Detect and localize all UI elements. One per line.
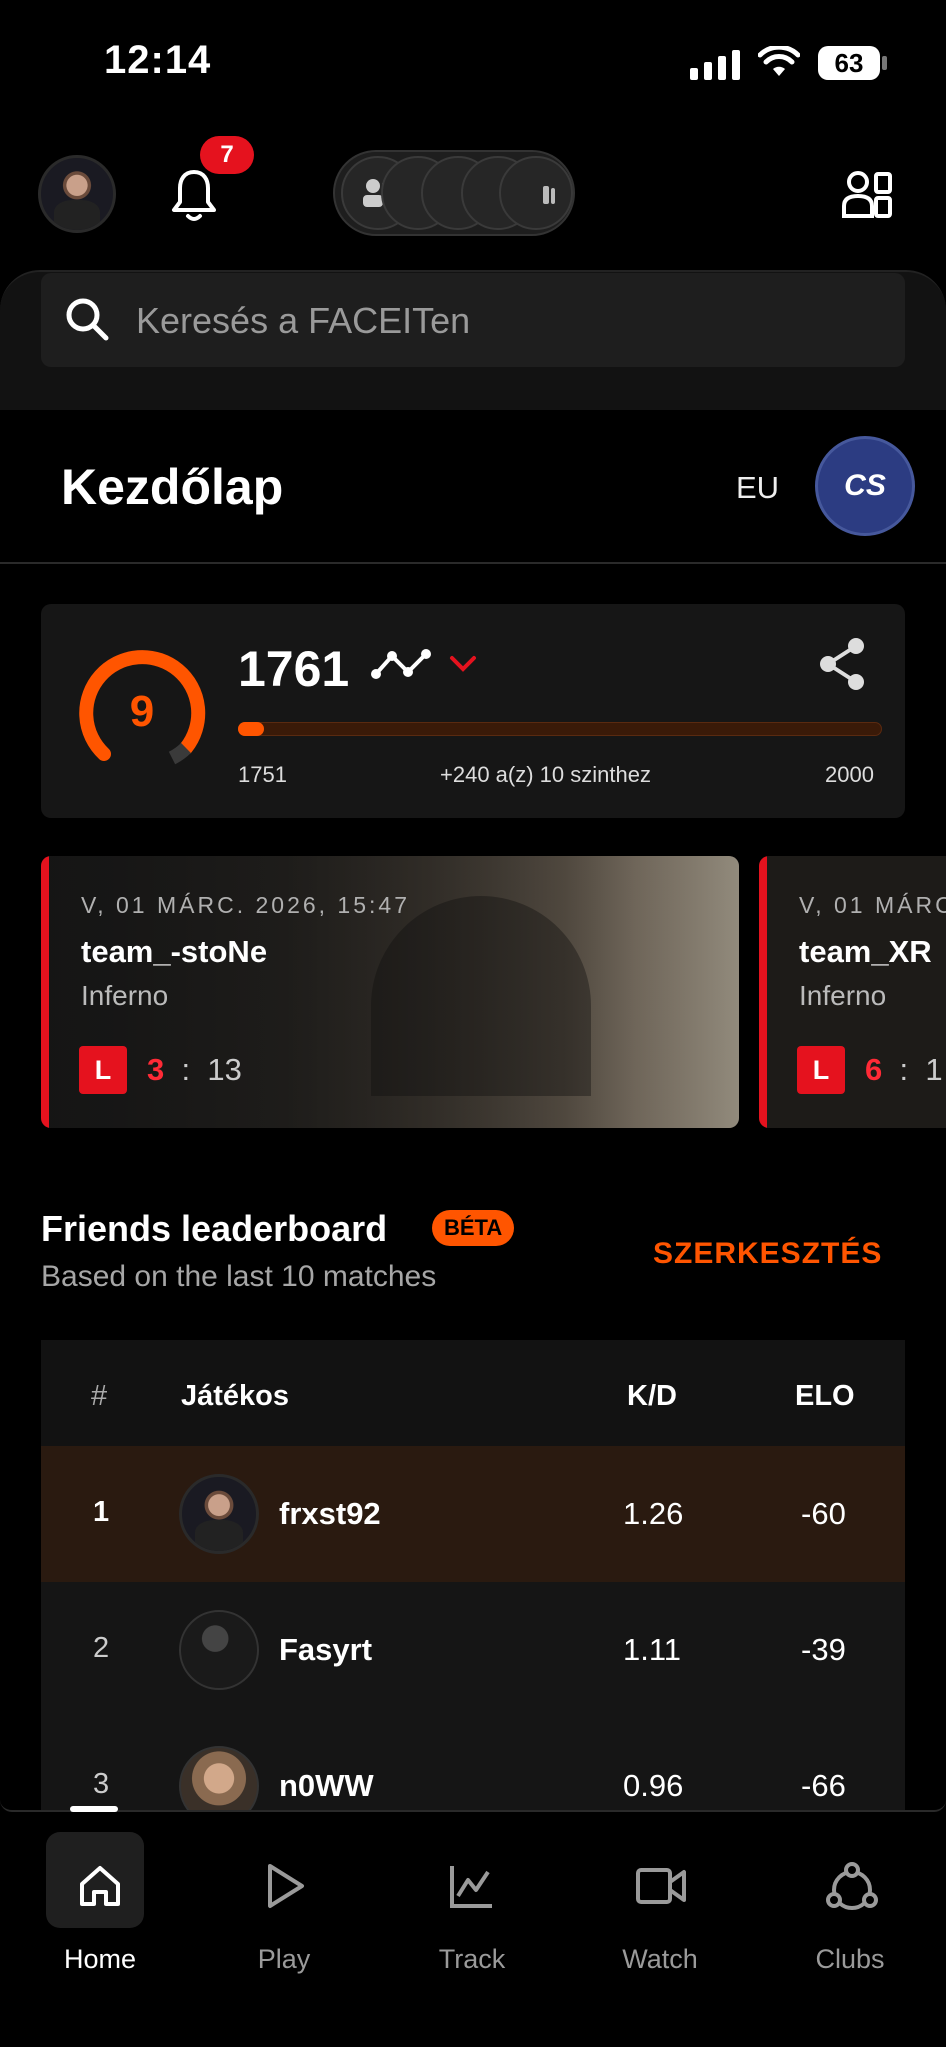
match-score: 6 : 1 [865,1052,943,1087]
match-team: team_-stoNe [81,934,268,969]
chevron-down-icon[interactable] [448,654,478,674]
match-score: 3 : 13 [147,1052,242,1087]
page-title: Kezdőlap [61,459,284,515]
wifi-icon [758,46,800,76]
nav-home-label: Home [63,1944,137,1974]
battery-tip [882,56,887,70]
party-slot-5[interactable] [499,156,573,230]
beta-badge: BÉTA [432,1210,515,1246]
friends-icon[interactable] [842,170,894,218]
elo-progress-fill [238,722,264,736]
row-rank: 1 [93,1496,110,1528]
header-elo: ELO [795,1380,855,1412]
row-player: frxst92 [279,1496,381,1531]
avatar [179,1474,259,1554]
play-icon [268,1864,304,1908]
row-player: n0WW [279,1768,374,1803]
bottom-nav: Home Play Track Watch Clubs [0,1812,946,2047]
match-map: Inferno [81,980,169,1011]
leaderboard-subtitle: Based on the last 10 matches [41,1260,437,1293]
match-map: Inferno [799,980,887,1011]
party-slots[interactable] [333,150,575,236]
match-date: V, 01 MÁRC. [799,892,946,918]
notification-badge: 7 [200,136,254,174]
divider [0,562,946,564]
match-card[interactable]: V, 01 MÁRC. 2026, 15:47 team_-stoNe Infe… [41,856,739,1128]
elo-range-min: 1751 [238,762,287,787]
profile-avatar[interactable] [38,155,116,233]
signal-icon [690,50,740,80]
row-elo: -39 [801,1632,846,1667]
row-elo: -66 [801,1768,846,1803]
header-rank: # [91,1380,108,1412]
battery-indicator: 63 [818,46,880,80]
header-player: Játékos [181,1380,290,1412]
bell-icon[interactable] [170,166,218,222]
row-kd: 1.26 [623,1496,684,1531]
row-kd: 1.11 [623,1632,682,1667]
result-accent [759,856,767,1128]
skill-level-value: 9 [130,687,154,736]
avatar [179,1610,259,1690]
nav-watch-label: Watch [622,1944,698,1974]
result-badge: L [79,1046,127,1094]
elo-range-max: 2000 [825,762,874,787]
row-kd: 0.96 [623,1768,684,1803]
leaderboard-table: # Játékos K/D ELO 1 frxst92 1.26 -60 2 F… [41,1340,905,1810]
nav-clubs-label: Clubs [815,1944,885,1974]
user-icon [543,186,555,204]
row-elo: -60 [801,1496,846,1531]
home-icon [80,1866,120,1906]
search-placeholder: Keresés a FACEITen [136,300,471,341]
table-row[interactable]: 2 Fasyrt 1.11 -39 [41,1582,905,1718]
row-rank: 3 [93,1768,110,1800]
status-time: 12:14 [104,38,212,82]
result-badge: L [797,1046,845,1094]
edit-button[interactable]: SZERKESZTÉS [653,1237,882,1271]
clubs-icon [826,1862,878,1910]
nav-play-label: Play [257,1944,311,1974]
chart-line-icon [450,1866,492,1908]
result-accent [41,856,49,1128]
video-camera-icon [636,1868,686,1904]
leaderboard-title: Friends leaderboard [41,1208,388,1249]
table-header: # Játékos K/D ELO [41,1340,905,1446]
region-label[interactable]: EU [736,470,779,506]
row-player: Fasyrt [279,1632,373,1667]
match-date: V, 01 MÁRC. 2026, 15:47 [81,892,410,918]
nav-track-label: Track [438,1944,506,1974]
match-card[interactable]: V, 01 MÁRC. team_XR Inferno L 6 : 1 [759,856,946,1128]
search-icon [66,298,109,341]
table-row[interactable]: 3 n0WW 0.96 -66 [41,1718,905,1810]
skill-level-gauge: 9 [79,650,206,765]
trend-icon [371,649,431,679]
elo-progress-track [238,722,882,736]
elo-value: 1761 [238,641,350,697]
content-sheet-edge [0,1800,946,1812]
game-selector[interactable]: CS [815,436,915,536]
match-team: team_XR [799,934,932,969]
table-row[interactable]: 1 frxst92 1.26 -60 [41,1446,905,1582]
elo-next-level: +240 a(z) 10 szinthez [440,762,651,787]
row-rank: 2 [93,1632,110,1664]
share-icon[interactable] [816,636,868,692]
header-kd: K/D [627,1380,677,1412]
